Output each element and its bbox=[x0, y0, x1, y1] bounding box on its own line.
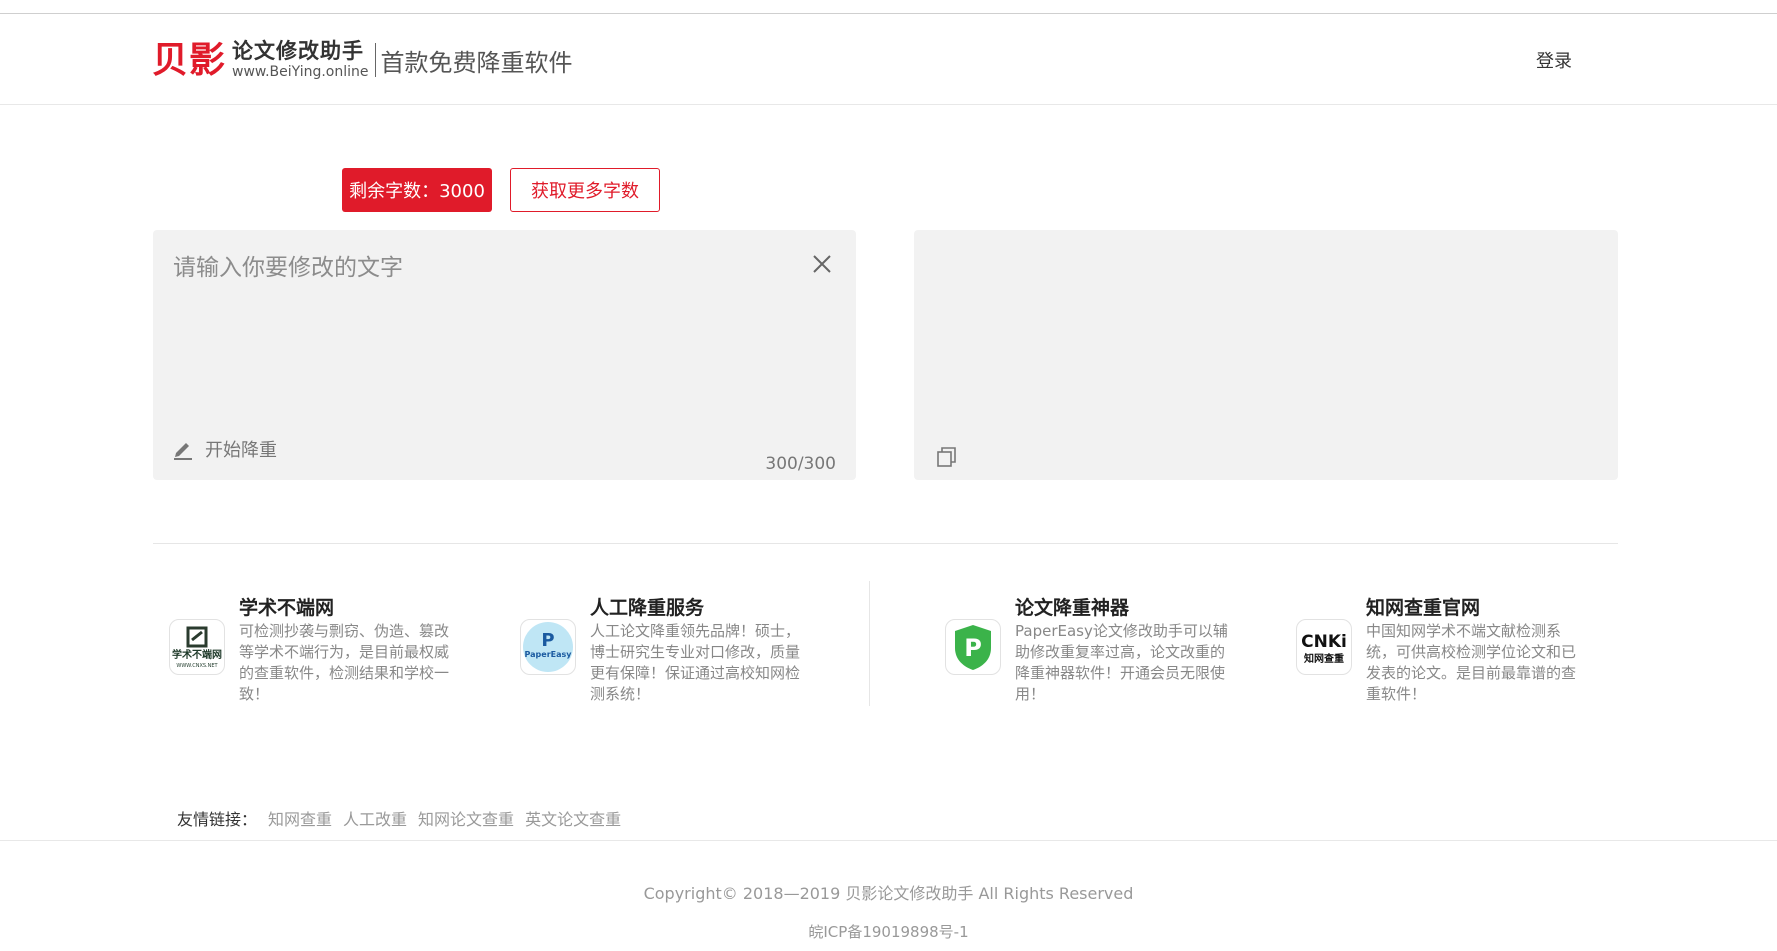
xueshu-logo-subtext: WWW.CNXS.NET bbox=[176, 663, 218, 669]
icp-link[interactable]: 皖ICP备19019898号-1 bbox=[0, 921, 1777, 942]
logo-name: 论文修改助手 bbox=[232, 39, 365, 63]
logo-separator bbox=[374, 43, 376, 77]
section-divider bbox=[153, 543, 1618, 544]
site-slogan: 首款免费降重软件 bbox=[380, 48, 573, 77]
card-description: 可检测抄袭与剽窃、伪造、篡改等学术不端行为，是目前最权威的查重软件，检测结果和学… bbox=[239, 622, 450, 703]
friend-link-cnki-paper[interactable]: 知网论文查重 bbox=[418, 806, 514, 830]
start-rewrite-button[interactable]: 开始降重 bbox=[173, 436, 277, 462]
logo-text-block: 论文修改助手 www.BeiYing.online bbox=[232, 39, 369, 80]
char-counter: 300/300 bbox=[765, 454, 836, 474]
pencil-icon bbox=[174, 443, 192, 460]
xueshu-logo-icon: 学术不端网 WWW.CNXS.NET bbox=[169, 619, 225, 675]
cnki-logo-subtext: 知网查重 bbox=[1303, 652, 1344, 665]
service-card-xueshu[interactable]: 学术不端网 WWW.CNXS.NET 学术不端网 可检测抄袭与剽窃、伪造、篡改等… bbox=[153, 581, 513, 703]
copy-icon[interactable] bbox=[935, 445, 959, 469]
site-logo[interactable]: 贝影 论文修改助手 www.BeiYing.online 首款免费降重软件 bbox=[152, 38, 573, 82]
card-title[interactable]: 论文降重神器 bbox=[1015, 593, 1129, 620]
start-rewrite-label: 开始降重 bbox=[205, 440, 277, 461]
cards-divider bbox=[869, 581, 870, 706]
card-title[interactable]: 知网查重官网 bbox=[1366, 593, 1480, 620]
svg-text:P: P bbox=[964, 634, 982, 662]
shield-p-logo-icon: P bbox=[945, 619, 1001, 675]
friend-links-label: 友情链接： bbox=[177, 810, 258, 829]
card-title[interactable]: 学术不端网 bbox=[239, 593, 334, 620]
friend-link-manual[interactable]: 人工改重 bbox=[343, 806, 407, 830]
top-border-line bbox=[0, 13, 1777, 14]
header-divider bbox=[0, 104, 1777, 105]
footer-divider bbox=[0, 840, 1777, 841]
card-description: 中国知网学术不端文献检测系统，可供高校检测学位论文和已发表的论文。是目前最靠谱的… bbox=[1366, 622, 1577, 703]
input-panel[interactable]: 请输入你要修改的文字 开始降重 300/300 bbox=[153, 230, 856, 480]
output-panel[interactable] bbox=[914, 230, 1618, 480]
service-card-manual[interactable]: P PaperEasy 人工降重服务 人工论文降重领先品牌！硕士，博士研究生专业… bbox=[504, 581, 864, 703]
papereasy-logo-text: PaperEasy bbox=[525, 650, 573, 659]
get-more-words-button[interactable]: 获取更多字数 bbox=[510, 168, 660, 212]
svg-text:P: P bbox=[541, 630, 554, 651]
close-icon[interactable] bbox=[810, 252, 834, 276]
cnki-logo-icon: CNKi 知网查重 bbox=[1296, 619, 1352, 675]
login-link[interactable]: 登录 bbox=[1536, 47, 1572, 73]
service-card-cnki[interactable]: CNKi 知网查重 知网查重官网 中国知网学术不端文献检测系统，可供高校检测学位… bbox=[1280, 581, 1640, 703]
xueshu-logo-text: 学术不端网 bbox=[172, 648, 222, 661]
card-description: 人工论文降重领先品牌！硕士，博士研究生专业对口修改，质量更有保障！保证通过高校知… bbox=[590, 622, 801, 703]
papereasy-logo-icon: P PaperEasy bbox=[520, 619, 576, 675]
logo-url: www.BeiYing.online bbox=[232, 64, 369, 80]
friend-links: 友情链接： 知网查重 人工改重 知网论文查重 英文论文查重 bbox=[177, 806, 621, 830]
input-placeholder[interactable]: 请输入你要修改的文字 bbox=[173, 248, 403, 282]
remaining-quota-badge: 剩余字数：3000 bbox=[342, 168, 492, 212]
card-title[interactable]: 人工降重服务 bbox=[590, 593, 704, 620]
cnki-logo-text: CNKi bbox=[1301, 632, 1347, 652]
friend-link-english[interactable]: 英文论文查重 bbox=[525, 806, 621, 830]
service-card-tool[interactable]: P 论文降重神器 PaperEasy论文修改助手可以辅助修改重复率过高，论文改重… bbox=[929, 581, 1289, 703]
friend-link-cnki[interactable]: 知网查重 bbox=[268, 806, 332, 830]
logo-mark: 贝影 bbox=[152, 39, 227, 81]
card-description: PaperEasy论文修改助手可以辅助修改重复率过高，论文改重的降重神器软件！开… bbox=[1015, 622, 1228, 703]
copyright-text: Copyright© 2018—2019 贝影论文修改助手 All Rights… bbox=[643, 884, 1134, 903]
